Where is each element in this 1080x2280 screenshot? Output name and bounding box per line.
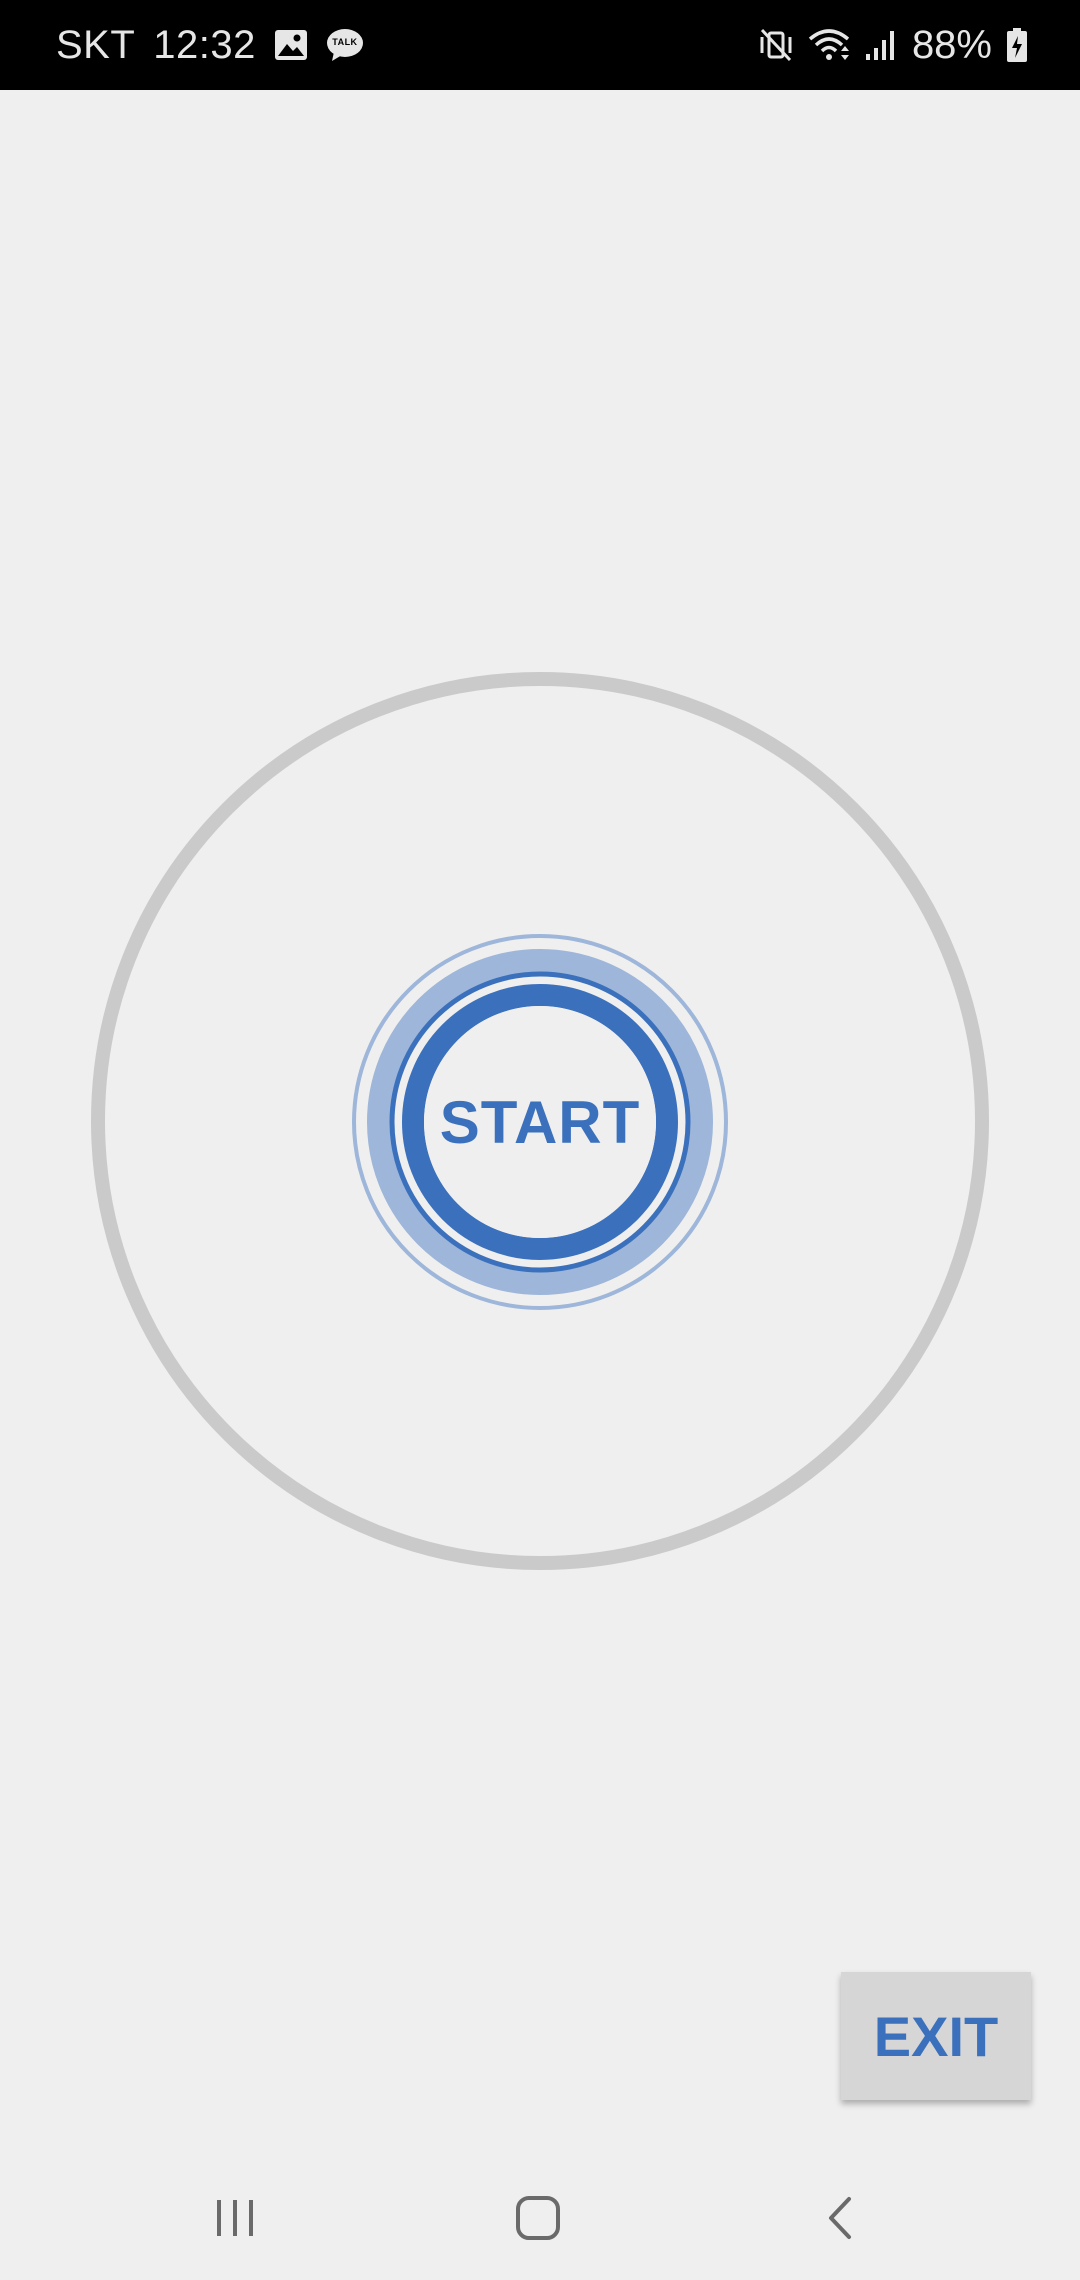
home-button[interactable] (478, 2160, 598, 2280)
battery-charging-icon (1006, 27, 1028, 63)
back-icon (825, 2196, 855, 2245)
recent-apps-icon (213, 2198, 257, 2243)
kakaotalk-badge-label: TALK (332, 37, 358, 47)
back-button[interactable] (780, 2160, 900, 2280)
signal-icon (864, 28, 898, 62)
app-screen: SKT 12:32 TALK 88% START EXIT (0, 0, 1080, 2280)
recent-apps-button[interactable] (175, 2160, 295, 2280)
navigation-bar (0, 2160, 1080, 2280)
vibrate-mute-icon (758, 27, 794, 63)
carrier-label: SKT (56, 22, 136, 67)
start-label: START (439, 1088, 641, 1156)
exit-button[interactable]: EXIT (841, 1972, 1031, 2100)
kakaotalk-icon: TALK (326, 28, 364, 62)
start-button[interactable]: START (348, 930, 732, 1314)
status-bar: SKT 12:32 TALK 88% (0, 0, 1080, 90)
status-bar-right: 88% (758, 0, 1028, 90)
status-bar-left: SKT 12:32 TALK (56, 0, 364, 90)
clock: 12:32 (153, 22, 256, 67)
wifi-icon (808, 27, 850, 63)
home-icon (515, 2195, 561, 2246)
image-icon (274, 29, 308, 61)
battery-percent: 88% (911, 22, 992, 67)
